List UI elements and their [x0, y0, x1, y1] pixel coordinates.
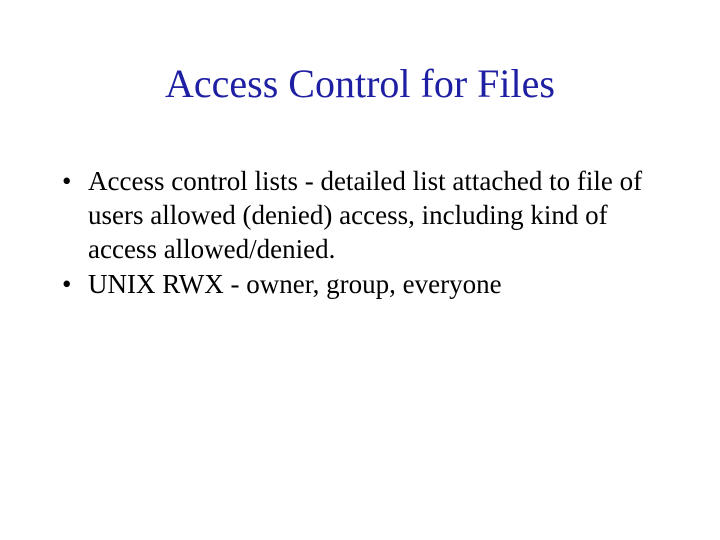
- slide-title: Access Control for Files: [0, 60, 720, 107]
- slide-body: Access control lists - detailed list att…: [60, 165, 660, 304]
- list-item: Access control lists - detailed list att…: [60, 165, 660, 266]
- list-item: UNIX RWX - owner, group, everyone: [60, 268, 660, 302]
- bullet-list: Access control lists - detailed list att…: [60, 165, 660, 302]
- slide: Access Control for Files Access control …: [0, 0, 720, 540]
